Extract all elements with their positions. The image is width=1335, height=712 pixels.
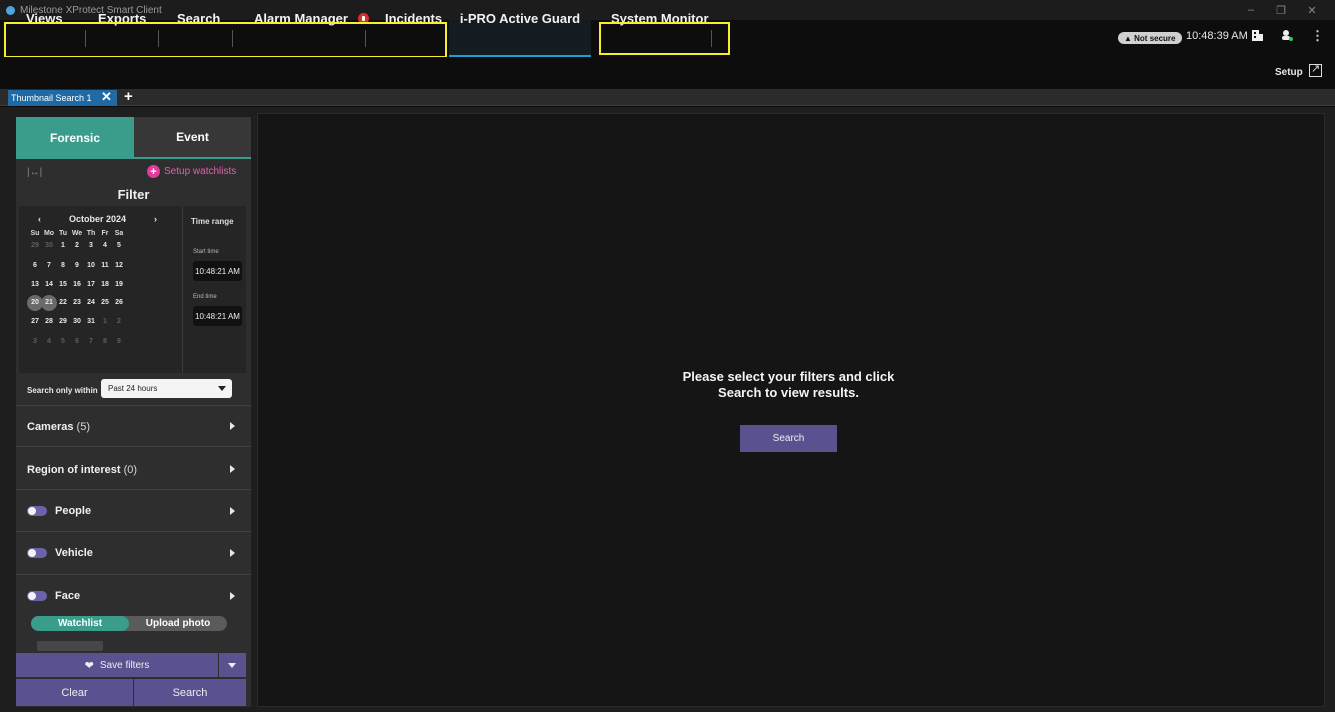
people-toggle[interactable] — [27, 506, 47, 516]
face-tab-upload-photo[interactable]: Upload photo — [129, 616, 227, 631]
tab-thumbnail-search-1[interactable]: Thumbnail Search 1 ✕ — [8, 89, 117, 106]
expand-arrow-icon[interactable] — [230, 465, 235, 473]
calendar-month: October 2024 — [69, 214, 127, 224]
main-search-button[interactable]: Search — [740, 425, 837, 452]
weekday-label: Tu — [58, 230, 68, 237]
clock: 10:48:39 AM — [1186, 30, 1248, 42]
search-within-value: Past 24 hours — [108, 384, 158, 393]
cameras-label: Cameras — [27, 421, 74, 433]
vehicle-toggle[interactable] — [27, 548, 47, 558]
expand-arrow-icon[interactable] — [230, 549, 235, 557]
minimize-icon[interactable]: – — [1239, 0, 1263, 20]
end-time-input[interactable]: 10:48:21 AM — [193, 306, 242, 326]
heart-icon: ❤ — [84, 659, 94, 672]
setup-button[interactable]: Setup — [1275, 67, 1303, 78]
weekday-label: Th — [86, 230, 96, 237]
close-icon[interactable]: ✕ — [1300, 0, 1324, 20]
save-filters-label: Save filters — [99, 659, 150, 671]
close-tab-icon[interactable]: ✕ — [101, 89, 112, 105]
tab-label: Thumbnail Search 1 — [11, 93, 92, 103]
calendar-day[interactable]: 26 — [111, 295, 127, 311]
start-time-input[interactable]: 10:48:21 AM — [193, 261, 242, 281]
segment-forensic[interactable]: Forensic — [16, 117, 134, 159]
section-divider — [16, 574, 251, 575]
plus-circle-icon: + — [147, 165, 160, 178]
save-filters-dropdown[interactable] — [219, 653, 246, 677]
not-secure-badge[interactable]: ▲ Not secure — [1118, 32, 1182, 44]
face-label: Face — [55, 590, 81, 602]
app-logo-icon — [6, 5, 15, 15]
people-label: People — [55, 505, 92, 517]
collapse-panel-icon[interactable]: |↔| — [27, 167, 42, 178]
highlight-box — [599, 22, 730, 55]
user-status-icon[interactable] — [1280, 28, 1294, 42]
calendar-day[interactable]: 9 — [111, 334, 127, 350]
not-secure-label: Not secure — [1134, 33, 1176, 43]
expand-arrow-icon[interactable] — [230, 507, 235, 515]
more-menu-icon[interactable]: ⋮ — [1311, 28, 1324, 44]
dropdown-caret-icon — [218, 386, 226, 391]
results-area — [257, 113, 1325, 707]
prompt-line-1: Please select your filters and click — [682, 369, 895, 384]
empty-state-message: Please select your filters and click Sea… — [657, 369, 920, 401]
watchlist-field[interactable] — [37, 641, 103, 651]
expand-arrow-icon[interactable] — [230, 592, 235, 600]
cameras-count: (5) — [76, 421, 90, 433]
tab-strip — [0, 89, 1335, 106]
time-range-label: Time range — [191, 217, 234, 226]
fullscreen-icon[interactable] — [1309, 62, 1322, 77]
section-divider — [16, 446, 251, 447]
end-time-label: End time — [193, 294, 217, 300]
calendar-divider — [182, 206, 183, 373]
calendar-day[interactable]: 19 — [111, 277, 127, 293]
add-tab-icon[interactable]: + — [124, 88, 133, 105]
building-icon[interactable] — [1250, 28, 1264, 42]
section-divider — [16, 405, 251, 406]
cameras-section[interactable]: Cameras (5) — [27, 421, 90, 433]
clear-button[interactable]: Clear — [16, 679, 133, 706]
search-within-label: Search only within — [27, 386, 98, 395]
calendar-day[interactable]: 12 — [111, 258, 127, 274]
calendar-day[interactable]: 2 — [111, 314, 127, 330]
weekday-label: Mo — [43, 230, 55, 237]
restore-icon[interactable]: ❐ — [1269, 0, 1293, 20]
weekday-label: Fr — [101, 230, 109, 237]
panel-search-button[interactable]: Search — [134, 679, 246, 706]
setup-watchlists-label: Setup watchlists — [164, 166, 237, 177]
vehicle-label: Vehicle — [55, 547, 93, 559]
start-time-label: Start time — [193, 249, 219, 255]
setup-watchlists-link[interactable]: + Setup watchlists — [147, 165, 236, 178]
roi-count: (0) — [123, 464, 138, 476]
expand-arrow-icon[interactable] — [230, 422, 235, 430]
highlight-box — [4, 22, 447, 58]
prev-month-icon[interactable]: ‹ — [38, 214, 41, 224]
next-month-icon[interactable]: › — [154, 214, 157, 224]
face-toggle[interactable] — [27, 591, 47, 601]
weekday-label: Su — [30, 230, 40, 237]
roi-section[interactable]: Region of interest (0) — [27, 464, 137, 476]
prompt-line-2: Search to view results. — [718, 385, 859, 400]
secondary-toolbar — [0, 57, 1335, 89]
section-divider — [16, 489, 251, 490]
section-divider — [16, 531, 251, 532]
roi-label: Region of interest — [27, 464, 121, 476]
search-within-select[interactable]: Past 24 hours — [101, 379, 232, 398]
filter-title: Filter — [117, 187, 150, 202]
save-filters-button[interactable]: ❤ Save filters — [16, 653, 218, 677]
weekday-label: We — [71, 230, 83, 237]
weekday-label: Sa — [114, 230, 124, 237]
face-tab-watchlist[interactable]: Watchlist — [31, 616, 129, 631]
nav-ipro-active-guard[interactable]: i-PRO Active Guard — [457, 0, 583, 37]
segment-event[interactable]: Event — [134, 117, 251, 159]
calendar-day[interactable]: 5 — [111, 238, 127, 254]
